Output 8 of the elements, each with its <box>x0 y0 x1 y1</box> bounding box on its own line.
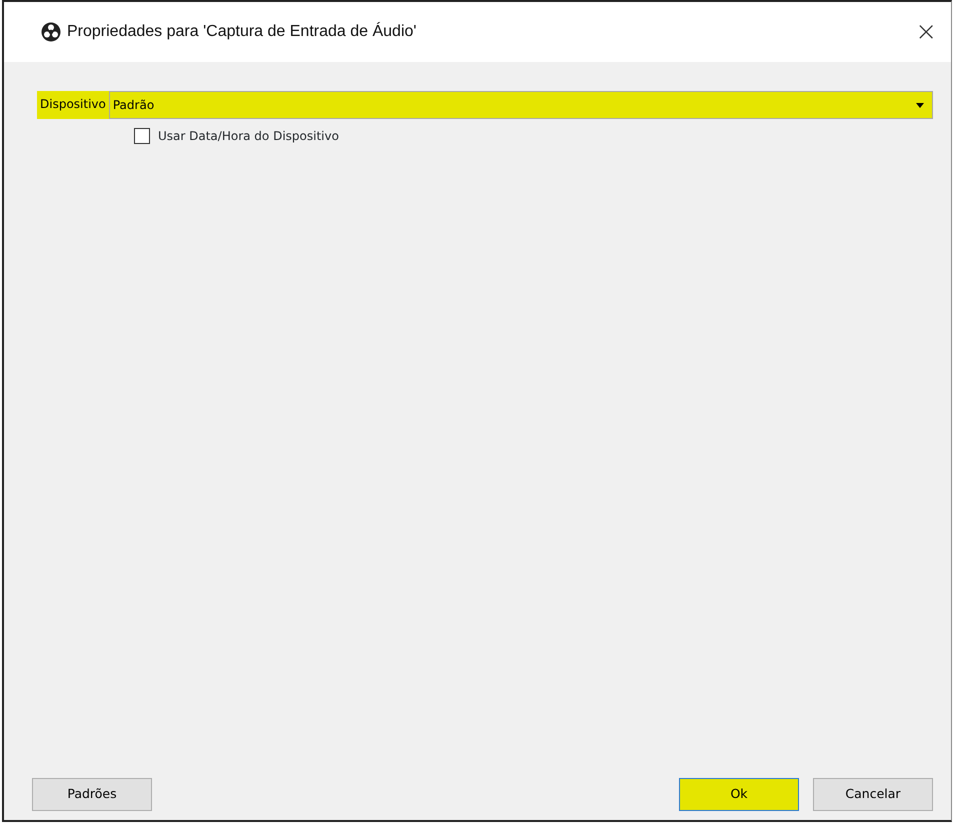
window-title: Propriedades para 'Captura de Entrada de Áudio' <box>67 21 416 42</box>
cancel-button[interactable]: Cancelar <box>813 778 933 811</box>
defaults-button[interactable]: Padrões <box>32 778 152 811</box>
device-dropdown[interactable]: Padrão <box>108 91 933 119</box>
ok-button[interactable]: Ok <box>679 778 799 811</box>
checkbox-label: Usar Data/Hora do Dispositivo <box>158 128 339 145</box>
field-label: Dispositivo <box>37 91 109 119</box>
close-button[interactable]: × <box>911 19 941 45</box>
